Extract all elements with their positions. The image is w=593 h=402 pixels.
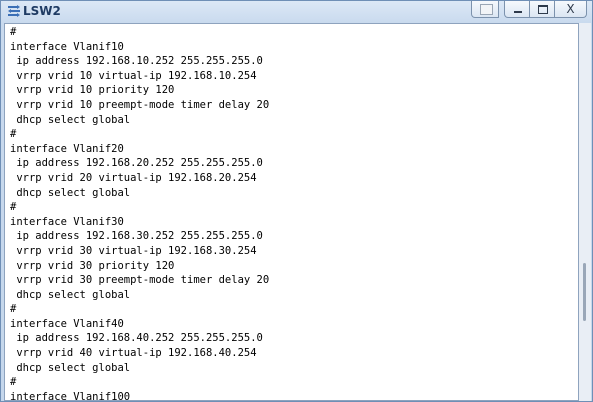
console-line: ip address 192.168.20.252 255.255.255.0 xyxy=(10,157,263,170)
vertical-scrollbar[interactable] xyxy=(579,23,591,401)
console-line: vrrp vrid 10 priority 120 xyxy=(10,84,175,97)
console-line: vrrp vrid 40 virtual-ip 192.168.40.254 xyxy=(10,347,257,360)
console-output[interactable]: # interface Vlanif10 ip address 192.168.… xyxy=(4,23,579,401)
console-line: ip address 192.168.10.252 255.255.255.0 xyxy=(10,55,263,68)
console-line: interface Vlanif40 xyxy=(10,317,124,330)
console-line: vrrp vrid 10 virtual-ip 192.168.10.254 xyxy=(10,69,257,82)
console-line: dhcp select global xyxy=(10,186,131,199)
console-line: vrrp vrid 30 preempt-mode timer delay 20 xyxy=(10,274,270,287)
window-menu-icon xyxy=(480,4,493,15)
close-icon: X xyxy=(566,2,575,16)
console-line: interface Vlanif100 xyxy=(10,390,131,401)
console-line: ip address 192.168.40.252 255.255.255.0 xyxy=(10,332,263,345)
console-line: interface Vlanif30 xyxy=(10,215,124,228)
console-line: # xyxy=(10,201,17,214)
console-text: # interface Vlanif10 ip address 192.168.… xyxy=(5,24,578,401)
console-line: # xyxy=(10,26,17,38)
minimize-button[interactable] xyxy=(504,1,530,18)
console-line: vrrp vrid 20 virtual-ip 192.168.20.254 xyxy=(10,171,257,184)
console-line: dhcp select global xyxy=(10,361,131,374)
console-line: # xyxy=(10,303,17,316)
close-button[interactable]: X xyxy=(554,1,587,18)
console-line: vrrp vrid 30 virtual-ip 192.168.30.254 xyxy=(10,244,257,257)
scrollbar-thumb[interactable] xyxy=(583,263,586,321)
maximize-button[interactable] xyxy=(529,1,555,18)
title-bar[interactable]: LSW2 X xyxy=(1,1,592,22)
maximize-icon xyxy=(538,5,548,14)
minimize-icon xyxy=(514,11,522,13)
console-line: ip address 192.168.30.252 255.255.255.0 xyxy=(10,230,263,243)
console-line: dhcp select global xyxy=(10,113,131,126)
console-line: dhcp select global xyxy=(10,288,131,301)
terminal-window: LSW2 X # interface Vlanif10 ip address 1… xyxy=(0,0,593,402)
switch-app-icon xyxy=(8,5,20,17)
window-title: LSW2 xyxy=(23,4,61,18)
console-line: # xyxy=(10,376,17,389)
window-menu-button[interactable] xyxy=(471,1,499,18)
console-line: vrrp vrid 30 priority 120 xyxy=(10,259,175,272)
console-line: interface Vlanif20 xyxy=(10,142,124,155)
console-line: # xyxy=(10,128,17,141)
console-line: interface Vlanif10 xyxy=(10,40,124,53)
console-line: vrrp vrid 10 preempt-mode timer delay 20 xyxy=(10,98,270,111)
